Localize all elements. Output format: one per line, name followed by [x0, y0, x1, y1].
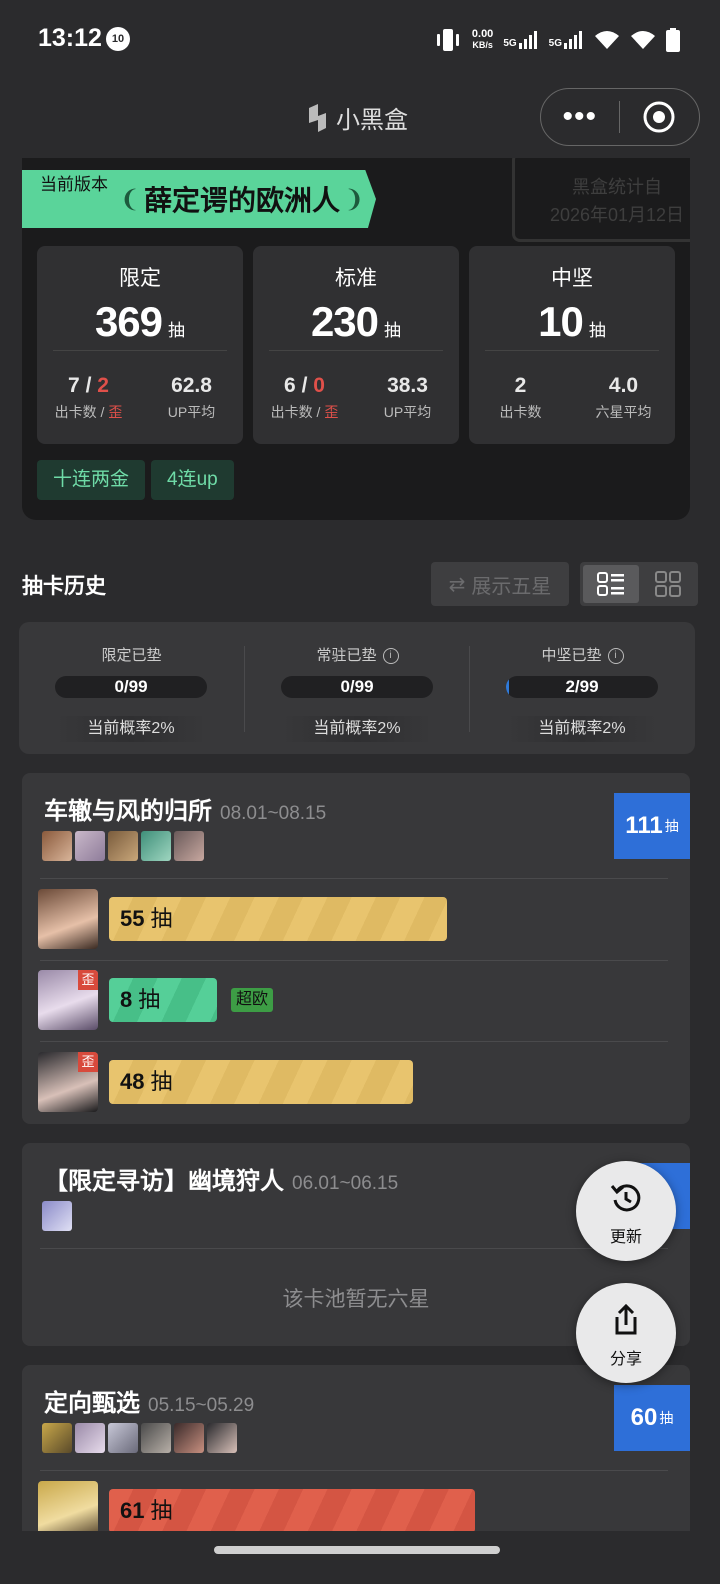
operator-avatars [42, 1201, 72, 1231]
tag-badge: 4连up [151, 460, 234, 500]
pull-bar: 48 抽 [109, 1060, 413, 1104]
summary-card: 黑盒统计自 2026年01月12日 当前版本 ❨ 薛定谔的欧洲人 ❩ 限定 369… [22, 158, 690, 520]
refresh-icon [610, 1184, 641, 1212]
net-speed: 0.00 KB/s [471, 28, 494, 51]
avatar [174, 831, 204, 861]
operator-avatar [38, 1481, 98, 1531]
battery-icon [666, 28, 680, 52]
pool-total-pulls: 111 抽 [614, 793, 690, 859]
operator-avatar: 歪 [38, 1052, 98, 1112]
info-icon[interactable]: i [382, 648, 399, 665]
pity-panel: 限定已垫 0/99 当前概率2% 常驻已垫 i 0/99 当前概率2% 中坚已垫 i… [19, 622, 695, 754]
pull-bar: 8抽 [109, 978, 217, 1022]
pull-row: 歪 48 抽 [38, 1052, 678, 1114]
pool-card[interactable]: 车辙与风的归所 08.01~08.15 111 抽 55 抽 歪 8抽 超欧 歪 48… [22, 773, 690, 1124]
stat-box-core: 中坚 10 抽 2 出卡数 4.0 六星平均 [469, 246, 675, 444]
swap-icon: ⇄ [448, 573, 466, 596]
off-banner-badge: 歪 [78, 1052, 98, 1072]
pull-row: 歪 8抽 超欧 [38, 970, 678, 1032]
info-icon[interactable]: i [607, 648, 624, 665]
stat-cards-out: 7 / 2 出卡数 / 歪 [54, 374, 123, 420]
pool-dates: 06.01~06.15 [292, 1173, 399, 1194]
wifi-icon [631, 31, 655, 49]
pity-standard: 常驻已垫 i 0/99 当前概率2% [245, 622, 470, 754]
stat-up-average: 62.8 UP平均 [167, 374, 216, 420]
operator-avatar [38, 889, 98, 949]
avatar [108, 831, 138, 861]
stat-cards-out: 2 出卡数 [499, 374, 542, 420]
pool-total-pulls: 60 抽 [614, 1385, 690, 1451]
notification-badge: 10 [106, 27, 130, 51]
version-label: 当前版本 [22, 170, 108, 228]
operator-avatars [42, 831, 204, 861]
pull-row: 61 抽 [38, 1481, 678, 1531]
avatar [75, 831, 105, 861]
status-time: 13:12 [38, 24, 102, 52]
pull-bar: 61 抽 [109, 1489, 475, 1531]
pull-row: 55 抽 [38, 889, 678, 951]
close-target-icon[interactable] [620, 100, 700, 134]
avatar [42, 1423, 72, 1453]
view-toggle [580, 562, 698, 606]
signal-1-icon: 5G [503, 31, 538, 49]
avatar [174, 1423, 204, 1453]
status-icons: 0.00 KB/s 5G 5G [434, 26, 680, 54]
lucky-badge: 超欧 [231, 988, 274, 1012]
laurel-left-icon: ❨ [119, 185, 140, 213]
pool-dates: 05.15~05.29 [148, 1395, 255, 1416]
avatar [75, 1423, 105, 1453]
tag-badge: 十连两金 [37, 460, 146, 500]
pool-dates: 08.01~08.15 [220, 803, 327, 824]
laurel-right-icon: ❩ [344, 185, 365, 213]
mini-program-capsule: ••• [540, 88, 700, 146]
share-icon [615, 1303, 637, 1335]
avatar [141, 1423, 171, 1453]
pool-name: 定向甄选 [44, 1390, 140, 1417]
avatar [207, 1423, 237, 1453]
wifi-extra-icon [595, 31, 619, 49]
stat-box-limited: 限定 369 抽 7 / 2 出卡数 / 歪 62.8 UP平均 [37, 246, 243, 444]
pool-name: 车辙与风的归所 [44, 798, 212, 825]
list-view-icon[interactable] [583, 565, 639, 603]
show-five-star-button[interactable]: ⇄ 展示五星 [431, 562, 569, 606]
stat-box-standard: 标准 230 抽 6 / 0 出卡数 / 歪 38.3 UP平均 [253, 246, 459, 444]
history-title: 抽卡历史 [22, 575, 106, 598]
off-banner-badge: 歪 [78, 970, 98, 990]
pull-bar: 55 抽 [109, 897, 447, 941]
signal-2-icon: 5G [549, 31, 584, 49]
stats-stamp: 黑盒统计自 2026年01月12日 [512, 158, 690, 242]
pity-limited: 限定已垫 0/99 当前概率2% [19, 622, 244, 754]
avatar [42, 1201, 72, 1231]
pity-core: 中坚已垫 i 2/99 当前概率2% [470, 622, 695, 754]
share-button[interactable]: 分享 [576, 1283, 676, 1383]
avatar [141, 831, 171, 861]
home-indicator[interactable] [214, 1546, 500, 1554]
more-icon[interactable]: ••• [541, 102, 619, 132]
avatar [108, 1423, 138, 1453]
stat-cards-out: 6 / 0 出卡数 / 歪 [270, 374, 339, 420]
stat-six-star-average: 4.0 六星平均 [595, 374, 652, 420]
operator-avatar: 歪 [38, 970, 98, 1030]
operator-avatars [42, 1423, 237, 1453]
title-banner: ❨ 薛定谔的欧洲人 ❩ [108, 170, 376, 228]
pool-name: 【限定寻访】幽境狩人 [44, 1168, 284, 1195]
stat-up-average: 38.3 UP平均 [383, 374, 432, 420]
app-title: 小黑盒 [306, 100, 408, 135]
app-logo-icon [309, 103, 326, 132]
pool-card[interactable]: 定向甄选 05.15~05.29 60 抽 61 抽 [22, 1365, 690, 1531]
refresh-button[interactable]: 更新 [576, 1161, 676, 1261]
grid-view-icon[interactable] [642, 565, 694, 603]
avatar [42, 831, 72, 861]
vibrate-icon [436, 29, 459, 51]
